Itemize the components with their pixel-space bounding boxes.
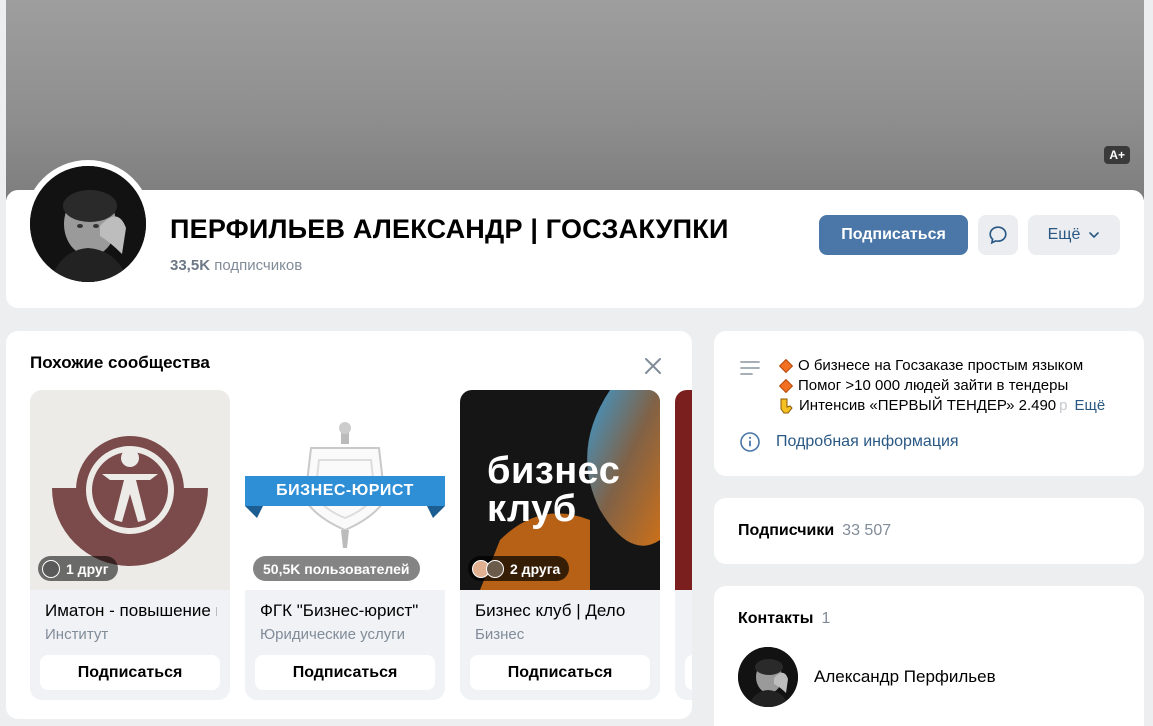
- subscribers-count: 33,5K: [170, 257, 211, 274]
- community-subscribe-button[interactable]: Подписаться: [255, 655, 435, 690]
- community-logo[interactable]: 1 друг: [30, 390, 230, 590]
- friends-badge: 1 друг: [38, 556, 118, 581]
- community-logo[interactable]: БИЗНЕС-ЮРИСТ 50,5K пользователей: [245, 390, 445, 590]
- chevron-down-icon: [1089, 232, 1100, 239]
- subscribers-total: 33 507: [842, 522, 892, 539]
- message-button[interactable]: [978, 215, 1018, 255]
- community-logo-text: бизнес клуб: [487, 452, 620, 528]
- close-icon[interactable]: [642, 355, 664, 377]
- community-subscribe-button[interactable]: [685, 655, 692, 690]
- message-icon: [989, 226, 1007, 245]
- community-category: Юридические услуги: [260, 626, 406, 643]
- description-line: Помог >10 000 людей зайти в тендеры: [798, 377, 1069, 394]
- details-link[interactable]: Подробная информация: [740, 432, 959, 452]
- community-name[interactable]: ФГК "Бизнес-юрист": [260, 601, 432, 621]
- profile-header: [6, 190, 1144, 308]
- community-description: О бизнесе на Госзаказе простым языком По…: [714, 331, 1144, 476]
- contacts-block: Контакты 1 Александр Перфильев: [714, 586, 1144, 726]
- community-card[interactable]: бизнес клуб 2 друга Бизнес клуб | Дело Б…: [460, 390, 660, 700]
- subscribe-button[interactable]: Подписаться: [819, 215, 968, 255]
- description-more-link[interactable]: Ещё: [1075, 396, 1106, 416]
- contact-item[interactable]: Александр Перфильев: [738, 647, 996, 707]
- community-logo[interactable]: [675, 390, 692, 590]
- community-card[interactable]: [675, 390, 692, 700]
- details-link-label: Подробная информация: [776, 433, 959, 450]
- similar-communities: Похожие сообщества 1 друг Иматон - повыш…: [6, 331, 692, 719]
- more-button[interactable]: Ещё: [1028, 215, 1120, 255]
- contacts-heading: Контакты: [738, 610, 814, 627]
- accessibility-badge[interactable]: A+: [1104, 146, 1130, 164]
- contacts-count: 1: [821, 610, 831, 627]
- description-fade: р: [1059, 397, 1068, 414]
- subscribers-summary[interactable]: 33,5K подписчиков: [170, 257, 302, 274]
- description-line: О бизнесе на Госзаказе простым языком: [798, 357, 1084, 374]
- community-logo-text: БИЗНЕС-ЮРИСТ: [276, 482, 414, 499]
- text-align-icon: [740, 361, 760, 375]
- diamond-icon: [778, 378, 794, 394]
- similar-title: Похожие сообщества: [30, 353, 210, 372]
- community-logo[interactable]: бизнес клуб 2 друга: [460, 390, 660, 590]
- contacts-header[interactable]: Контакты 1: [738, 610, 830, 628]
- community-name[interactable]: Бизнес клуб | Дело: [475, 601, 647, 621]
- logo-line: бизнес: [487, 450, 621, 492]
- friend-avatar: [42, 559, 60, 578]
- logo-line: клуб: [487, 488, 577, 530]
- description-line: Интенсив «ПЕРВЫЙ ТЕНДЕР» 2.490: [799, 397, 1057, 414]
- page-title: ПЕРФИЛЬЕВ АЛЕКСАНДР | ГОСЗАКУПКИ: [170, 214, 729, 244]
- community-subscribe-button[interactable]: Подписаться: [470, 655, 650, 690]
- community-subscribe-button[interactable]: Подписаться: [40, 655, 220, 690]
- community-category: Бизнес: [475, 626, 525, 643]
- badge-text: 2 друга: [510, 560, 561, 577]
- contact-name[interactable]: Александр Перфильев: [814, 667, 996, 687]
- profile-avatar-frame[interactable]: [24, 160, 152, 288]
- description-text: О бизнесе на Госзаказе простым языком По…: [778, 356, 1105, 416]
- community-name[interactable]: Иматон - повышение квалификации: [45, 601, 217, 621]
- avatar[interactable]: [738, 647, 798, 707]
- diamond-icon: [778, 358, 794, 374]
- friend-avatar: [486, 559, 504, 578]
- info-icon: [740, 432, 760, 452]
- community-card[interactable]: 1 друг Иматон - повышение квалификации И…: [30, 390, 230, 700]
- badge-text: 1 друг: [66, 560, 109, 577]
- subscribers-label: подписчиков: [214, 257, 303, 274]
- subscribers-block[interactable]: Подписчики 33 507: [714, 498, 1144, 564]
- avatar[interactable]: [30, 166, 146, 282]
- community-card[interactable]: БИЗНЕС-ЮРИСТ 50,5K пользователей ФГК "Би…: [245, 390, 445, 700]
- community-category: Институт: [45, 626, 109, 643]
- members-badge: 50,5K пользователей: [253, 556, 420, 581]
- subscribers-heading: Подписчики: [738, 522, 835, 539]
- cover-image: A+: [6, 0, 1144, 200]
- more-label: Ещё: [1047, 226, 1081, 243]
- pointing-hand-icon: [779, 398, 793, 414]
- friends-badge: 2 друга: [468, 556, 570, 581]
